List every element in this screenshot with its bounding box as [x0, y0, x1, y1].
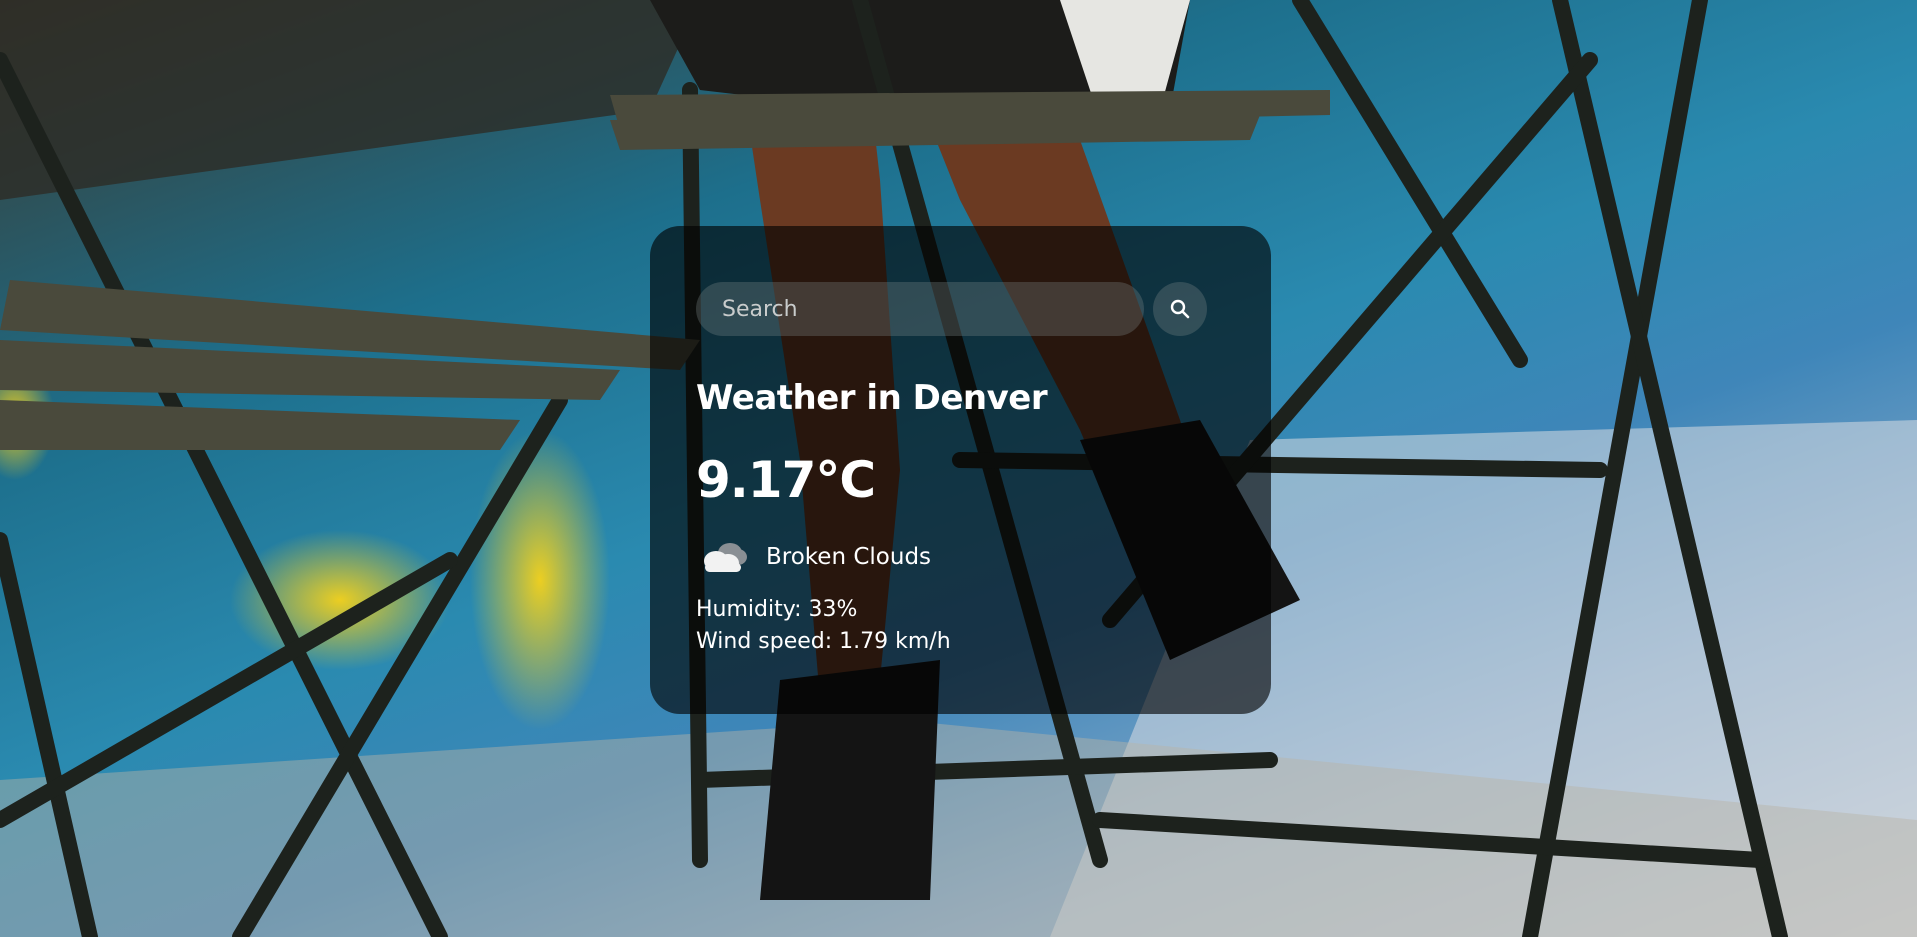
search-button[interactable]: [1153, 282, 1207, 336]
temperature: 9.17°C: [696, 450, 876, 509]
wind-speed: Wind speed: 1.79 km/h: [696, 628, 951, 654]
weather-card: Weather in Denver 9.17°C Broken Clouds H…: [650, 226, 1271, 714]
search-bar: [696, 282, 1225, 336]
humidity: Humidity: 33%: [696, 596, 858, 622]
broken-clouds-icon: [696, 537, 752, 577]
weather-description-row: Broken Clouds: [696, 534, 1225, 580]
search-icon: [1170, 299, 1190, 319]
weather-description: Broken Clouds: [766, 543, 932, 570]
search-input[interactable]: [696, 282, 1144, 336]
city-title: Weather in Denver: [696, 378, 1048, 418]
